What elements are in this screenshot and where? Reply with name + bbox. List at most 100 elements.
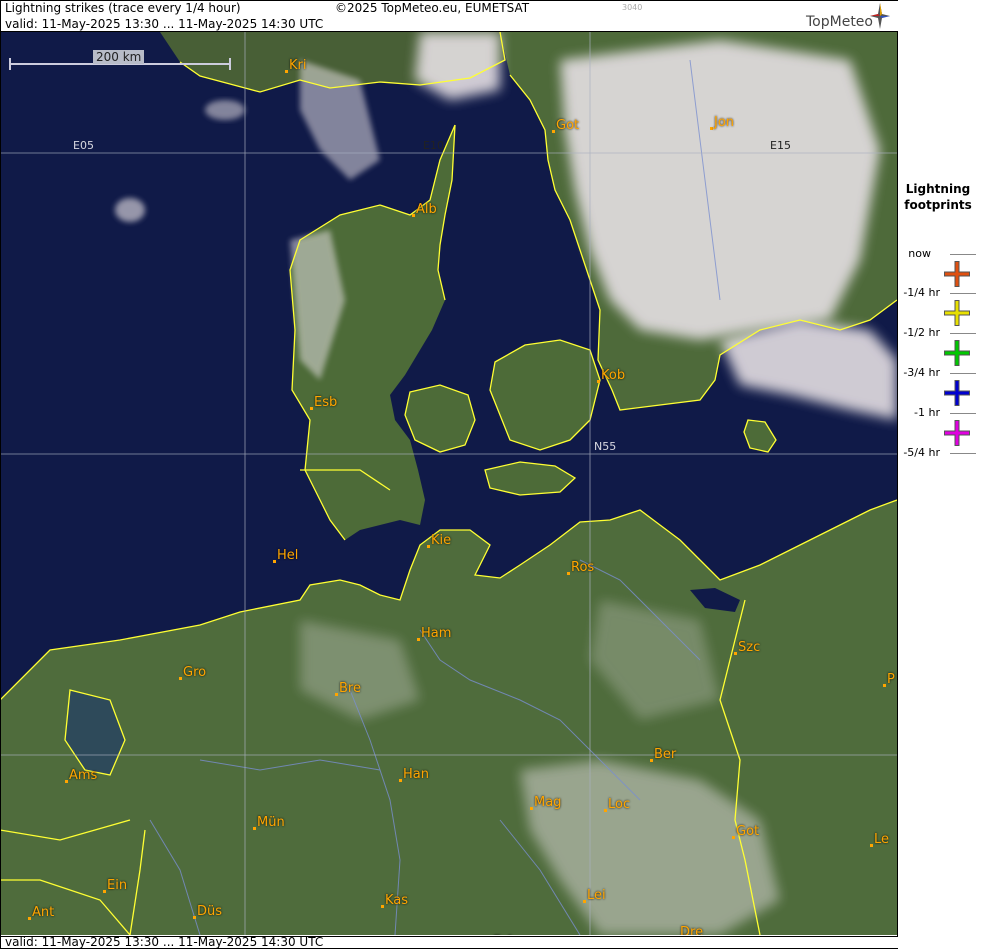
city-label-kie[interactable]: Kie bbox=[431, 533, 451, 548]
city-dot bbox=[567, 572, 570, 575]
lightning-cross-icon bbox=[944, 340, 970, 366]
city-label-lei[interactable]: Lei bbox=[587, 888, 606, 903]
city-dot bbox=[597, 380, 600, 383]
city-label-ber[interactable]: Ber bbox=[654, 747, 676, 762]
city-label-got2[interactable]: Got bbox=[736, 824, 759, 839]
city-dot bbox=[399, 779, 402, 782]
legend-title: Lightning footprints bbox=[898, 181, 978, 213]
grid-label-n55: N55 bbox=[594, 440, 617, 453]
legend-separator bbox=[950, 254, 976, 255]
legend-time-label: -1 hr bbox=[914, 406, 940, 419]
city-dot bbox=[427, 545, 430, 548]
city-label-kob[interactable]: Kob bbox=[601, 368, 625, 383]
city-dot bbox=[732, 836, 735, 839]
city-label-le[interactable]: Le bbox=[874, 832, 889, 847]
legend-row: now bbox=[898, 247, 989, 287]
legend-time-label: -3/4 hr bbox=[903, 366, 940, 379]
legend-separator bbox=[950, 333, 976, 334]
city-label-bre[interactable]: Bre bbox=[339, 681, 361, 696]
city-dot bbox=[883, 684, 886, 687]
header-valid-bar: valid: 11-May-2025 13:30 ... 11-May-2025… bbox=[0, 16, 897, 32]
city-dot bbox=[381, 905, 384, 908]
city-dot bbox=[310, 407, 313, 410]
city-label-ros[interactable]: Ros bbox=[571, 560, 594, 575]
city-label-ant[interactable]: Ant bbox=[32, 905, 54, 920]
legend-separator bbox=[950, 453, 976, 454]
city-label-szc[interactable]: Szc bbox=[738, 640, 760, 655]
legend-row: -1/2 hr bbox=[898, 326, 989, 366]
topmeteo-logo[interactable]: TopMeteo bbox=[806, 14, 873, 30]
grid-label-e05: E05 bbox=[73, 139, 94, 152]
map-code: 3040 bbox=[622, 3, 643, 12]
city-dot bbox=[285, 70, 288, 73]
city-dot bbox=[253, 827, 256, 830]
city-label-dus[interactable]: Düs bbox=[197, 904, 222, 919]
legend-time-label: -1/2 hr bbox=[903, 326, 940, 339]
legend-title-line1: Lightning bbox=[905, 182, 971, 196]
city-label-gro[interactable]: Gro bbox=[183, 665, 206, 680]
city-dot bbox=[103, 890, 106, 893]
legend-separator bbox=[950, 413, 976, 414]
map-canvas bbox=[0, 32, 897, 935]
city-dot bbox=[583, 900, 586, 903]
lightning-cross-icon bbox=[944, 261, 970, 287]
legend-time-label: -1/4 hr bbox=[903, 286, 940, 299]
city-dot bbox=[273, 560, 276, 563]
compass-star-icon bbox=[870, 3, 890, 29]
city-dot bbox=[734, 652, 737, 655]
city-label-dre[interactable]: Dre bbox=[680, 925, 703, 935]
legend-row: -3/4 hr bbox=[898, 366, 989, 406]
city-label-kas[interactable]: Kas bbox=[385, 893, 408, 908]
city-dot bbox=[193, 916, 196, 919]
map-title: Lightning strikes (trace every 1/4 hour) bbox=[5, 1, 241, 15]
city-label-ham[interactable]: Ham bbox=[421, 626, 451, 641]
scale-bar: 200 km bbox=[9, 50, 231, 70]
city-label-mag[interactable]: Mag bbox=[534, 795, 561, 810]
lightning-legend: Lightning footprints now -1/4 hr -1/2 hr -3… bbox=[898, 0, 989, 949]
legend-title-line2: footprints bbox=[904, 198, 972, 212]
city-dot bbox=[710, 127, 713, 130]
footer-valid-text: valid: 11-May-2025 13:30 ... 11-May-2025… bbox=[5, 935, 324, 949]
city-label-p[interactable]: P bbox=[887, 672, 895, 687]
city-dot bbox=[179, 677, 182, 680]
city-label-han[interactable]: Han bbox=[403, 767, 429, 782]
legend-time-label: -5/4 hr bbox=[903, 446, 940, 459]
city-label-kri[interactable]: Kri bbox=[289, 58, 306, 73]
grid-label-e10: E10 bbox=[423, 139, 444, 152]
lightning-cross-icon bbox=[944, 300, 970, 326]
city-dot bbox=[530, 807, 533, 810]
footer-valid-bar: valid: 11-May-2025 13:30 ... 11-May-2025… bbox=[0, 935, 897, 949]
city-label-hel[interactable]: Hel bbox=[277, 548, 298, 563]
grid-label-e15: E15 bbox=[770, 139, 791, 152]
city-label-ams[interactable]: Ams bbox=[69, 768, 97, 783]
city-dot bbox=[335, 693, 338, 696]
scale-label: 200 km bbox=[93, 50, 145, 64]
lightning-cross-icon bbox=[944, 380, 970, 406]
satellite-map[interactable]: 200 km E05 E10 E15 N55 Kri Got Jon Alb Kob Es… bbox=[0, 32, 897, 935]
legend-separator bbox=[950, 373, 976, 374]
header-title-bar: Lightning strikes (trace every 1/4 hour)… bbox=[0, 0, 897, 16]
city-label-got1[interactable]: Got bbox=[556, 118, 579, 133]
city-dot bbox=[650, 759, 653, 762]
legend-row: -1 hr bbox=[898, 406, 989, 446]
copyright-text: ©2025 TopMeteo.eu, EUMETSAT bbox=[335, 1, 530, 15]
city-label-esb[interactable]: Esb bbox=[314, 395, 337, 410]
city-label-loc[interactable]: Loc bbox=[608, 797, 630, 812]
lightning-cross-icon bbox=[944, 420, 970, 446]
city-label-ein[interactable]: Ein bbox=[107, 878, 127, 893]
city-label-alb[interactable]: Alb bbox=[416, 202, 437, 217]
legend-row: -5/4 hr bbox=[898, 446, 989, 486]
city-label-jon[interactable]: Jon bbox=[714, 115, 734, 130]
city-dot bbox=[417, 638, 420, 641]
legend-time-label: now bbox=[908, 247, 931, 260]
city-dot bbox=[412, 214, 415, 217]
legend-row: -1/4 hr bbox=[898, 286, 989, 326]
valid-time-text: valid: 11-May-2025 13:30 ... 11-May-2025… bbox=[5, 17, 324, 31]
city-dot bbox=[28, 917, 31, 920]
city-dot bbox=[65, 780, 68, 783]
city-label-mun[interactable]: Mün bbox=[257, 815, 285, 830]
city-dot bbox=[604, 809, 607, 812]
legend-separator bbox=[950, 293, 976, 294]
city-dot bbox=[870, 844, 873, 847]
city-dot bbox=[552, 130, 555, 133]
